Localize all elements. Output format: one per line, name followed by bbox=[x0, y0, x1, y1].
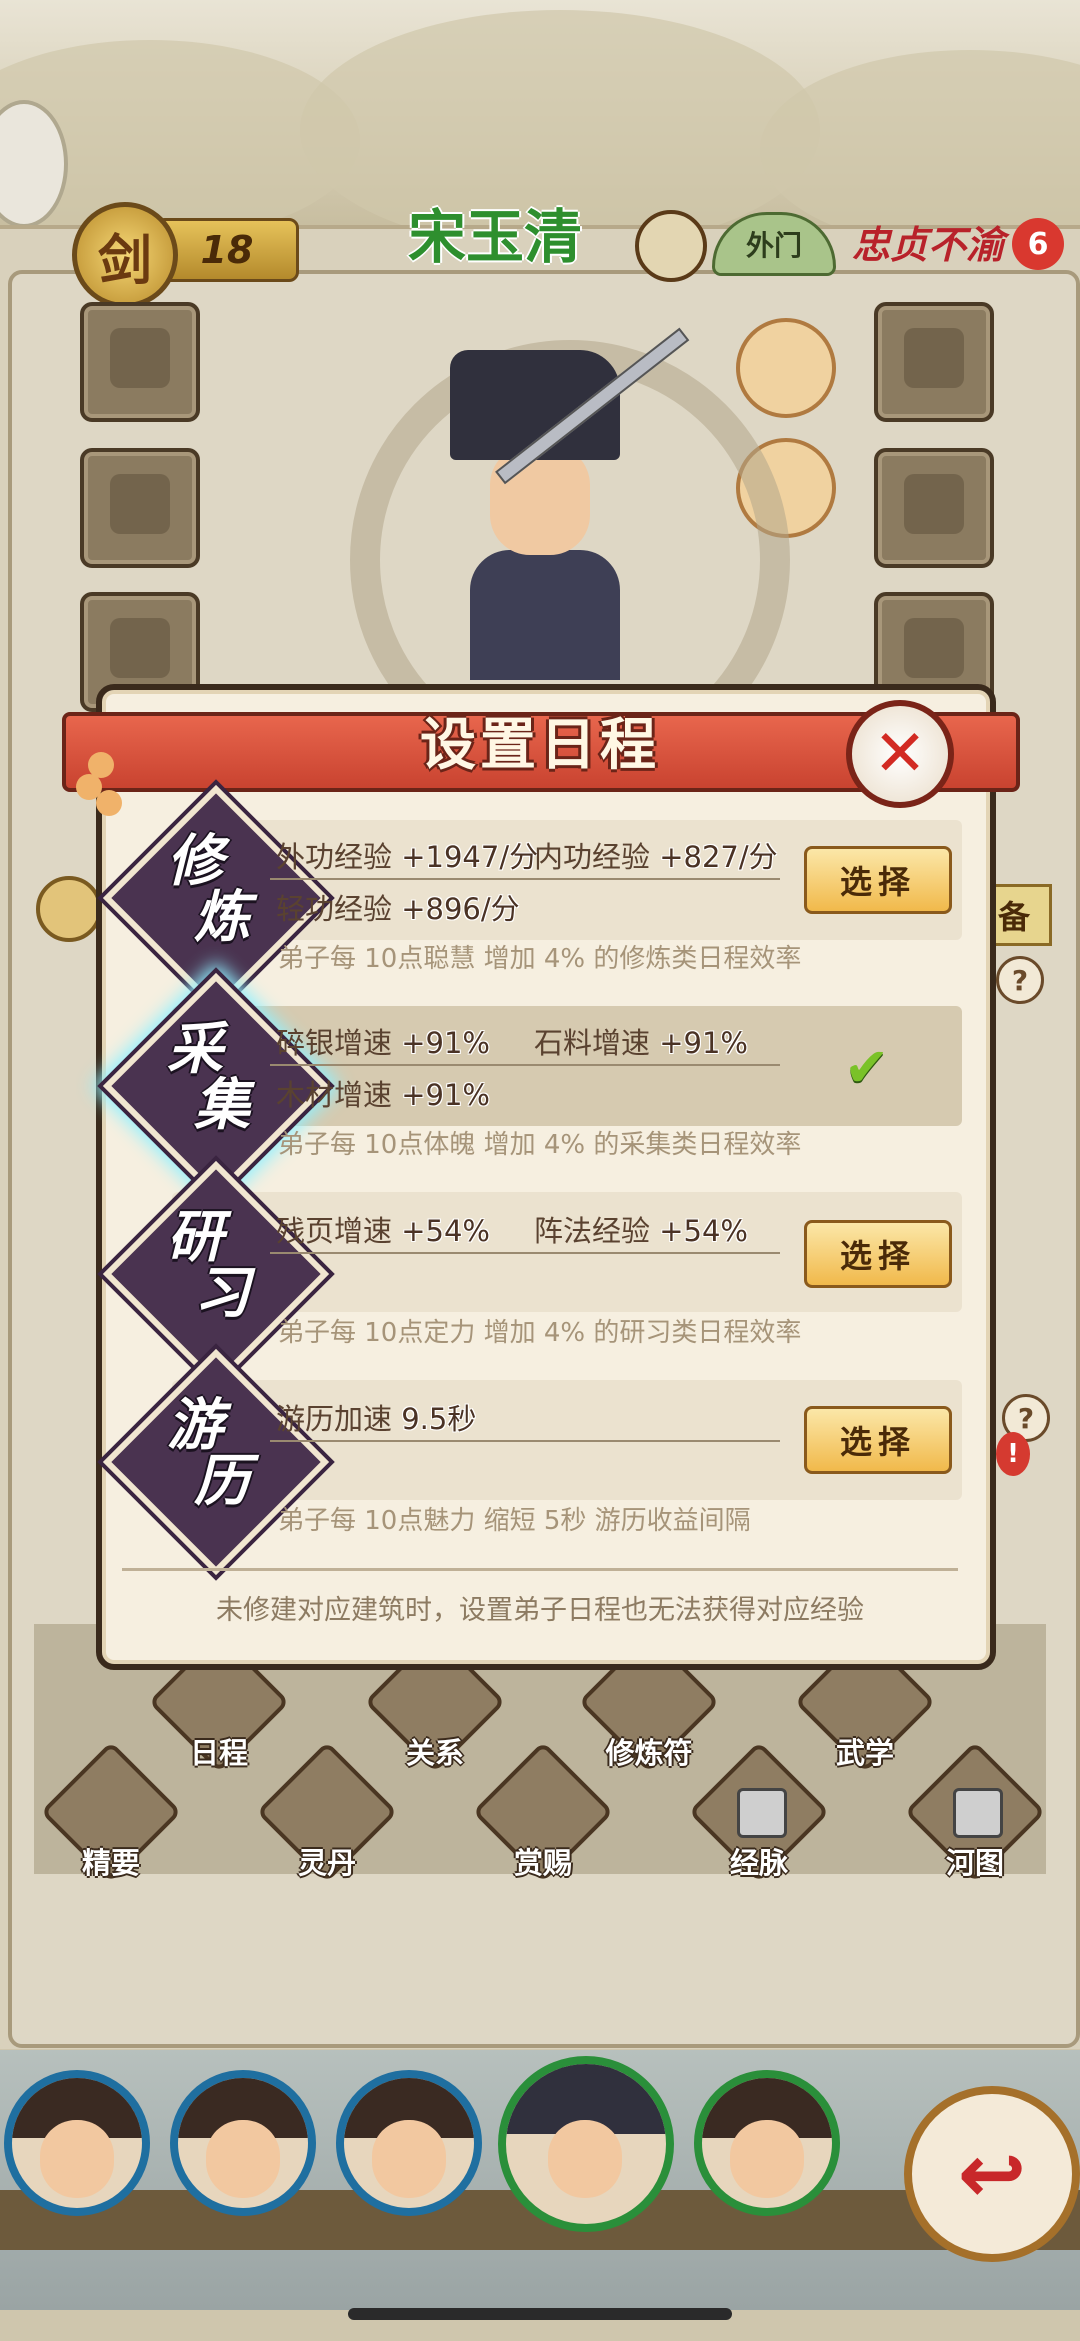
hat-slot[interactable] bbox=[874, 302, 994, 422]
hat-icon bbox=[904, 328, 964, 388]
pants-icon bbox=[110, 618, 170, 678]
menu-meridian[interactable]: 经脉 bbox=[688, 1741, 830, 1883]
efficiency-hint: 弟子每 10点聪慧 增加 4% 的修炼类日程效率 bbox=[278, 944, 802, 974]
select-cultivation-button[interactable]: 选择 bbox=[804, 846, 952, 914]
select-travel-button[interactable]: 选择 bbox=[804, 1406, 952, 1474]
disciple-avatar[interactable] bbox=[4, 2070, 150, 2216]
lock-icon bbox=[953, 1788, 1003, 1838]
weapon-slot[interactable] bbox=[80, 302, 200, 422]
stat-line: 游历加速 9.5秒 bbox=[276, 1402, 477, 1436]
armor-slot[interactable] bbox=[80, 448, 200, 568]
trait-count-heart-icon: 6 bbox=[1012, 218, 1064, 270]
badge-label: 修炼 bbox=[167, 829, 250, 950]
flower-ornament-icon bbox=[76, 752, 126, 822]
refresh-icon[interactable] bbox=[36, 876, 102, 942]
dialog-title: 设置日程 bbox=[420, 713, 660, 778]
stat-line: 内功经验 +827/分 bbox=[534, 840, 778, 874]
checkmark-icon: ✔ bbox=[844, 1036, 890, 1099]
sword-level-icon: 剑 bbox=[72, 202, 178, 308]
stat-line: 阵法经验 +54% bbox=[534, 1214, 748, 1248]
gourd-icon[interactable] bbox=[635, 210, 707, 282]
divider bbox=[270, 1252, 780, 1254]
efficiency-hint: 弟子每 10点体魄 增加 4% 的采集类日程效率 bbox=[278, 1130, 802, 1160]
efficiency-hint: 弟子每 10点定力 增加 4% 的研习类日程效率 bbox=[278, 1318, 802, 1348]
close-button[interactable]: ✕ bbox=[846, 700, 954, 808]
badge-label: 采集 bbox=[167, 1017, 250, 1138]
stat-line: 残页增速 +54% bbox=[276, 1214, 490, 1248]
sword-icon bbox=[110, 328, 170, 388]
back-button[interactable]: ↩ bbox=[904, 2086, 1080, 2262]
divider bbox=[122, 1568, 958, 1571]
select-study-button[interactable]: 选择 bbox=[804, 1220, 952, 1288]
disciple-avatar-selected[interactable] bbox=[498, 2056, 674, 2232]
lock-icon bbox=[737, 1788, 787, 1838]
ring-icon bbox=[904, 474, 964, 534]
badge-label: 游历 bbox=[167, 1393, 250, 1514]
ring-slot[interactable] bbox=[874, 448, 994, 568]
divider bbox=[270, 1064, 780, 1066]
boots-icon bbox=[904, 618, 964, 678]
character-name: 宋玉清 bbox=[407, 203, 582, 271]
efficiency-hint: 弟子每 10点魅力 缩短 5秒 游历收益间隔 bbox=[278, 1506, 751, 1536]
divider bbox=[270, 1440, 780, 1442]
stat-line: 轻功经验 +896/分 bbox=[276, 892, 520, 926]
stat-line: 外功经验 +1947/分 bbox=[276, 840, 539, 874]
menu-river-map[interactable]: 河图 bbox=[904, 1741, 1046, 1883]
robe-icon bbox=[110, 474, 170, 534]
disciple-avatar[interactable] bbox=[336, 2070, 482, 2216]
home-indicator bbox=[348, 2308, 732, 2320]
stat-line: 碎银增速 +91% bbox=[276, 1026, 490, 1060]
disciple-avatar[interactable] bbox=[170, 2070, 316, 2216]
stat-line: 石料增速 +91% bbox=[534, 1026, 748, 1060]
disciple-avatar[interactable] bbox=[694, 2070, 840, 2216]
badge-label: 研习 bbox=[167, 1205, 250, 1326]
help-icon[interactable]: ? bbox=[996, 956, 1044, 1004]
alert-icon[interactable]: ! bbox=[996, 1432, 1030, 1476]
divider bbox=[270, 878, 780, 880]
menu-elixir[interactable]: 灵丹 bbox=[256, 1741, 398, 1883]
footer-note: 未修建对应建筑时，设置弟子日程也无法获得对应经验 bbox=[216, 1595, 864, 1626]
menu-reward[interactable]: 赏赐 bbox=[472, 1741, 614, 1883]
meditation-skill-icon[interactable] bbox=[736, 318, 836, 418]
menu-essentials[interactable]: 精要 bbox=[40, 1741, 182, 1883]
trait-label[interactable]: 忠贞不渝 bbox=[852, 214, 1022, 270]
stat-line: 木材增速 +91% bbox=[276, 1078, 490, 1112]
